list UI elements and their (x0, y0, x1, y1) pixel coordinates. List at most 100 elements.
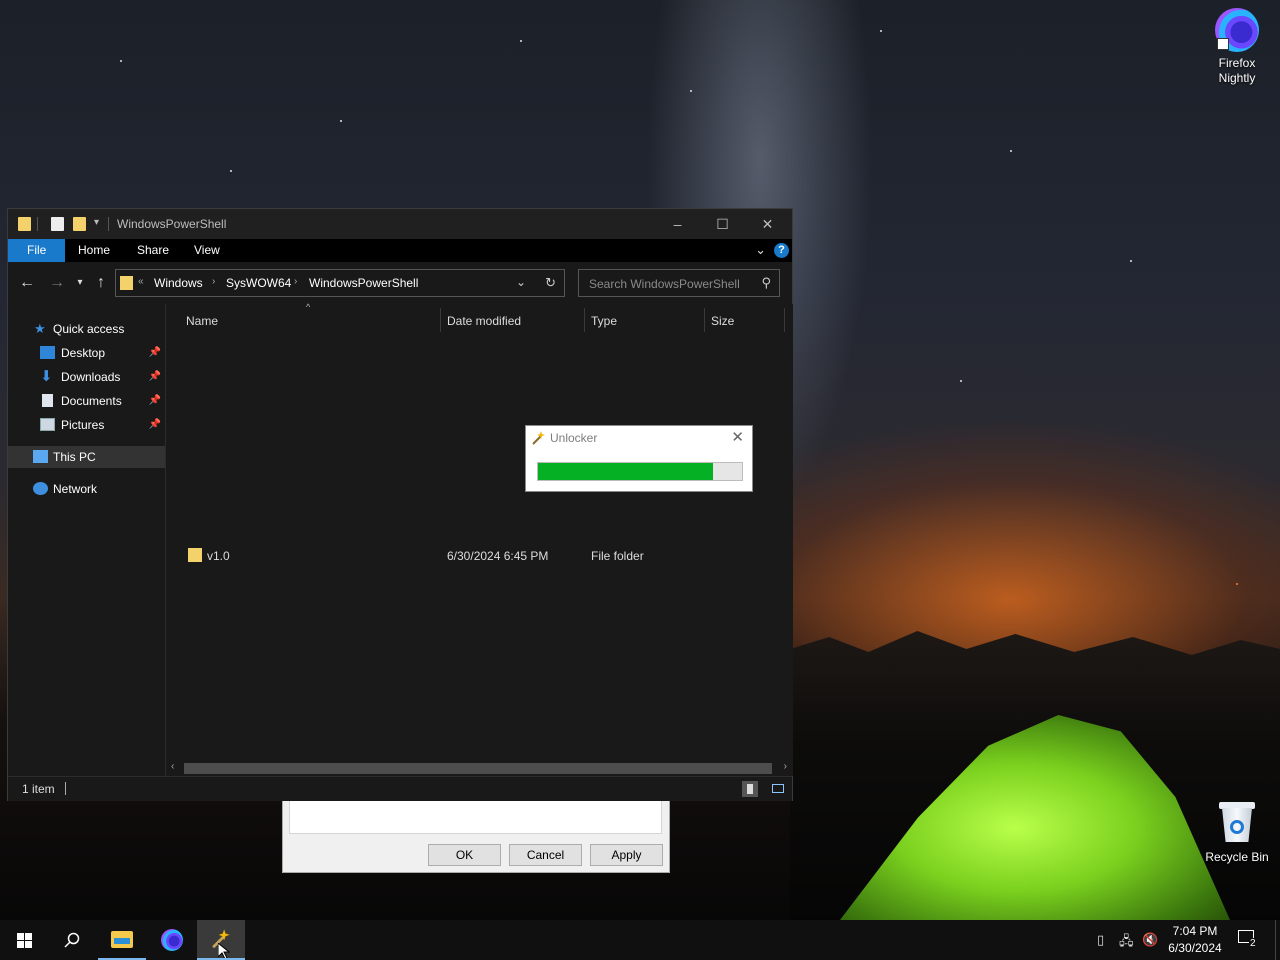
taskbar-unlocker[interactable] (197, 920, 245, 960)
file-list: ^ Name Date modified Type Size v1.0 6/30… (165, 302, 793, 776)
sidebar-item-desktop[interactable]: Desktop 📌 (8, 342, 165, 364)
back-arrow-icon[interactable]: ← (17, 274, 37, 292)
apply-button[interactable]: Apply (590, 844, 663, 866)
new-folder-icon[interactable] (73, 217, 86, 231)
unlocker-progress-dialog: Unlocker ✕ (525, 425, 753, 492)
dialog-title: Unlocker (550, 431, 598, 445)
sidebar-item-quick-access[interactable]: ★ Quick access (8, 318, 165, 340)
folder-icon (188, 548, 202, 562)
sidebar-item-this-pc[interactable]: This PC (8, 446, 165, 468)
sidebar-item-downloads[interactable]: ⬇ Downloads 📌 (8, 366, 165, 388)
sidebar-item-documents[interactable]: Documents 📌 (8, 390, 165, 412)
recent-locations-chevron-icon[interactable]: ▾ (70, 277, 90, 288)
pictures-icon (40, 418, 55, 431)
star (690, 90, 692, 92)
up-arrow-icon[interactable]: ↑ (91, 274, 111, 292)
star (1130, 260, 1132, 262)
pin-icon[interactable]: 📌 (149, 366, 161, 388)
recycle-bin-icon (1217, 800, 1257, 844)
table-row[interactable]: v1.0 6/30/2024 6:45 PM File folder (178, 544, 778, 566)
action-center-button[interactable]: 2 (1238, 930, 1258, 949)
star-icon: ★ (34, 321, 46, 336)
close-icon[interactable]: ✕ (731, 428, 744, 446)
customize-qat-icon[interactable]: ▾ (94, 217, 99, 228)
expand-ribbon-chevron-icon[interactable]: ⌄ (755, 242, 766, 258)
desktop-icon-recycle-bin[interactable]: Recycle Bin (1202, 800, 1272, 865)
file-explorer-icon (111, 931, 133, 948)
column-header-date-modified[interactable]: Date modified (447, 314, 521, 328)
breadcrumb-syswow64[interactable]: SysWOW64 (226, 276, 291, 290)
breadcrumb-separator-icon[interactable]: › (212, 276, 215, 287)
address-dropdown-chevron-icon[interactable]: ⌄ (516, 275, 526, 289)
desktop-icon-firefox-nightly[interactable]: Firefox Nightly (1202, 8, 1272, 86)
scrollbar-thumb[interactable] (184, 763, 772, 774)
cancel-button[interactable]: Cancel (509, 844, 582, 866)
sidebar-item-label: Desktop (61, 346, 106, 360)
show-desktop-button[interactable] (1275, 920, 1280, 960)
network-tray-icon[interactable]: 🖧 (1119, 932, 1134, 954)
sidebar-item-pictures[interactable]: Pictures 📌 (8, 414, 165, 436)
firefox-nightly-icon (1215, 8, 1259, 52)
navigation-bar: ← → ▾ ↑ « Windows › SysWOW64 › WindowsPo… (8, 262, 792, 304)
tab-share[interactable]: Share (123, 239, 183, 262)
horizontal-scrollbar[interactable]: ‹ › (166, 760, 792, 776)
taskbar-firefox-nightly[interactable] (148, 920, 196, 960)
refresh-icon[interactable]: ↻ (545, 275, 556, 291)
notification-count-badge: 2 (1249, 938, 1257, 949)
star (1010, 150, 1012, 152)
large-icons-view-icon[interactable] (770, 781, 786, 797)
sidebar-item-label: Downloads (61, 370, 121, 384)
minimize-icon[interactable]: – (655, 209, 700, 239)
usb-device-icon[interactable]: ▯ (1097, 932, 1104, 948)
forward-arrow-icon[interactable]: → (47, 274, 67, 292)
ok-button[interactable]: OK (428, 844, 501, 866)
volume-muted-icon[interactable]: 🔇 (1142, 932, 1158, 948)
tab-file[interactable]: File (8, 239, 66, 262)
desktop-icon-label: Recycle Bin (1205, 850, 1269, 864)
star (340, 120, 342, 122)
column-header-size[interactable]: Size (711, 314, 734, 328)
scroll-left-icon[interactable]: ‹ (171, 761, 174, 772)
breadcrumb-overflow-icon[interactable]: « (138, 276, 144, 287)
progress-bar (537, 462, 743, 481)
title-bar[interactable]: ▾ WindowsPowerShell – ☐ ✕ (8, 209, 792, 239)
search-icon[interactable]: ⚲ (761, 275, 771, 291)
help-icon[interactable]: ? (774, 243, 789, 258)
tab-home[interactable]: Home (64, 239, 124, 262)
maximize-icon[interactable]: ☐ (700, 209, 745, 239)
sidebar-item-label: Network (53, 482, 98, 496)
breadcrumb-separator-icon[interactable]: › (294, 276, 297, 287)
star (1236, 583, 1238, 585)
pin-icon[interactable]: 📌 (149, 342, 161, 364)
tab-view[interactable]: View (180, 239, 234, 262)
windows-logo-icon (17, 933, 32, 948)
search-box[interactable]: ⚲ (578, 269, 780, 297)
sidebar-item-label: Pictures (61, 418, 105, 432)
address-bar[interactable]: « Windows › SysWOW64 › WindowsPowerShell… (115, 269, 565, 297)
clock-time: 7:04 PM (1172, 924, 1218, 938)
start-button[interactable] (0, 920, 48, 960)
window-title: WindowsPowerShell (117, 217, 227, 231)
star (520, 40, 522, 42)
properties-icon[interactable] (51, 217, 64, 231)
breadcrumb-windowspowershell[interactable]: WindowsPowerShell (309, 276, 418, 290)
pin-icon[interactable]: 📌 (149, 414, 161, 436)
taskbar-file-explorer[interactable] (98, 920, 146, 960)
scroll-right-icon[interactable]: › (784, 761, 787, 772)
sidebar-item-label: Quick access (53, 322, 125, 336)
column-header-name[interactable]: Name (186, 314, 218, 328)
details-view-icon[interactable] (742, 781, 758, 797)
star (120, 60, 122, 62)
taskbar: ▯ 🖧 🔇 7:04 PM 6/30/2024 2 (0, 920, 1280, 960)
computer-icon (33, 450, 48, 463)
column-header-type[interactable]: Type (591, 314, 617, 328)
search-input[interactable] (587, 276, 751, 292)
close-icon[interactable]: ✕ (745, 209, 790, 239)
star (880, 30, 882, 32)
search-button[interactable] (48, 920, 96, 960)
system-clock[interactable]: 7:04 PM 6/30/2024 (1163, 923, 1227, 957)
pin-icon[interactable]: 📌 (149, 390, 161, 412)
breadcrumb-windows[interactable]: Windows (154, 276, 203, 290)
properties-panel (289, 801, 662, 834)
sidebar-item-network[interactable]: Network (8, 478, 165, 500)
